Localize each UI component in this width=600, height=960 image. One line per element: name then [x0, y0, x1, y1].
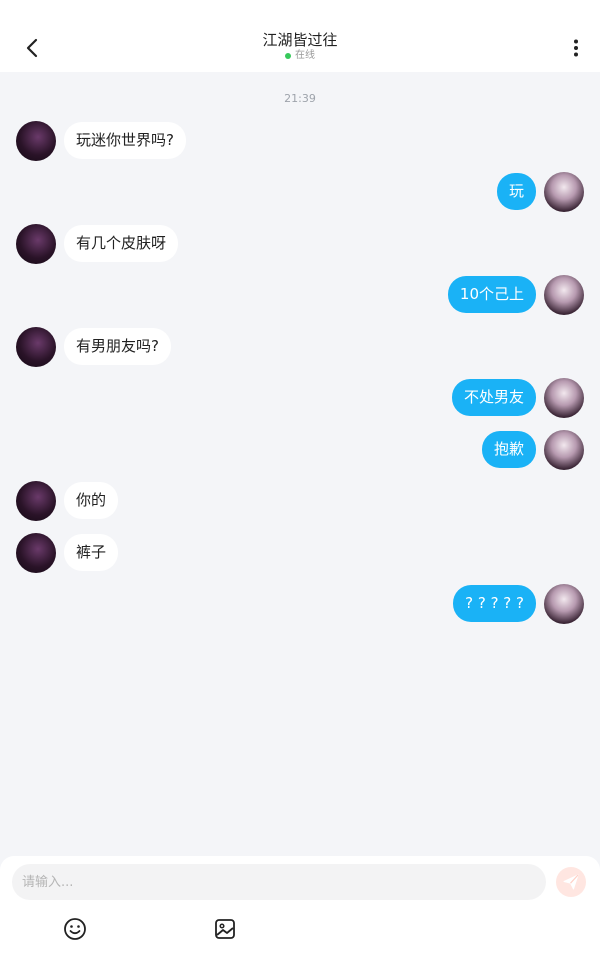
message-row-incoming: 有男朋友吗? — [0, 327, 600, 367]
message-row-incoming: 有几个皮肤呀 — [0, 224, 600, 264]
message-row-outgoing: 不处男友 — [0, 378, 600, 418]
user-avatar[interactable] — [544, 430, 584, 470]
message-row-incoming: 裤子 — [0, 533, 600, 573]
composer-bar — [0, 856, 600, 960]
image-button[interactable] — [212, 916, 238, 942]
contact-avatar[interactable] — [16, 533, 56, 573]
message-bubble[interactable]: 你的 — [64, 482, 119, 519]
message-row-outgoing: 抱歉 — [0, 430, 600, 470]
user-avatar[interactable] — [544, 172, 584, 212]
message-bubble[interactable]: ? ? ? ? ? — [453, 585, 536, 622]
contact-avatar[interactable] — [16, 327, 56, 367]
contact-avatar[interactable] — [16, 224, 56, 264]
status-text: 在线 — [295, 50, 315, 61]
message-bubble[interactable]: 10个己上 — [447, 276, 536, 313]
send-button[interactable] — [556, 867, 586, 897]
message-row-incoming: 玩迷你世界吗? — [0, 121, 600, 161]
message-bubble[interactable]: 裤子 — [64, 534, 119, 571]
user-avatar[interactable] — [544, 378, 584, 418]
message-bubble[interactable]: 抱歉 — [481, 431, 536, 468]
message-bubble[interactable]: 不处男友 — [451, 379, 536, 416]
more-vertical-icon — [574, 39, 578, 57]
message-timestamp: 21:39 — [284, 92, 316, 105]
message-bubble[interactable]: 玩迷你世界吗? — [64, 122, 186, 159]
chat-title: 江湖皆过往 — [262, 31, 338, 49]
message-row-outgoing: 10个己上 — [0, 275, 600, 315]
online-status: 在线 — [0, 50, 600, 62]
send-icon — [563, 874, 579, 890]
contact-avatar[interactable] — [16, 121, 56, 161]
message-bubble[interactable]: 玩 — [496, 173, 536, 210]
message-row-outgoing: 玩 — [0, 172, 600, 212]
message-bubble[interactable]: 有几个皮肤呀 — [64, 225, 179, 262]
user-avatar[interactable] — [544, 584, 584, 624]
message-input[interactable] — [12, 864, 546, 900]
more-button[interactable] — [564, 36, 588, 60]
message-row-outgoing: ? ? ? ? ? — [0, 584, 600, 624]
title-block: 江湖皆过往 在线 — [0, 30, 600, 62]
emoji-button[interactable] — [62, 916, 88, 942]
emoji-icon — [64, 918, 86, 940]
image-icon — [215, 919, 235, 939]
contact-avatar[interactable] — [16, 481, 56, 521]
message-list[interactable]: 21:39 玩迷你世界吗? 玩 有几个皮肤呀 10个己上 有男朋友吗? 不处男友… — [0, 72, 600, 856]
chat-header: 江湖皆过往 在线 — [0, 0, 600, 72]
message-bubble[interactable]: 有男朋友吗? — [64, 328, 171, 365]
online-dot — [285, 53, 291, 59]
user-avatar[interactable] — [544, 275, 584, 315]
message-row-incoming: 你的 — [0, 481, 600, 521]
